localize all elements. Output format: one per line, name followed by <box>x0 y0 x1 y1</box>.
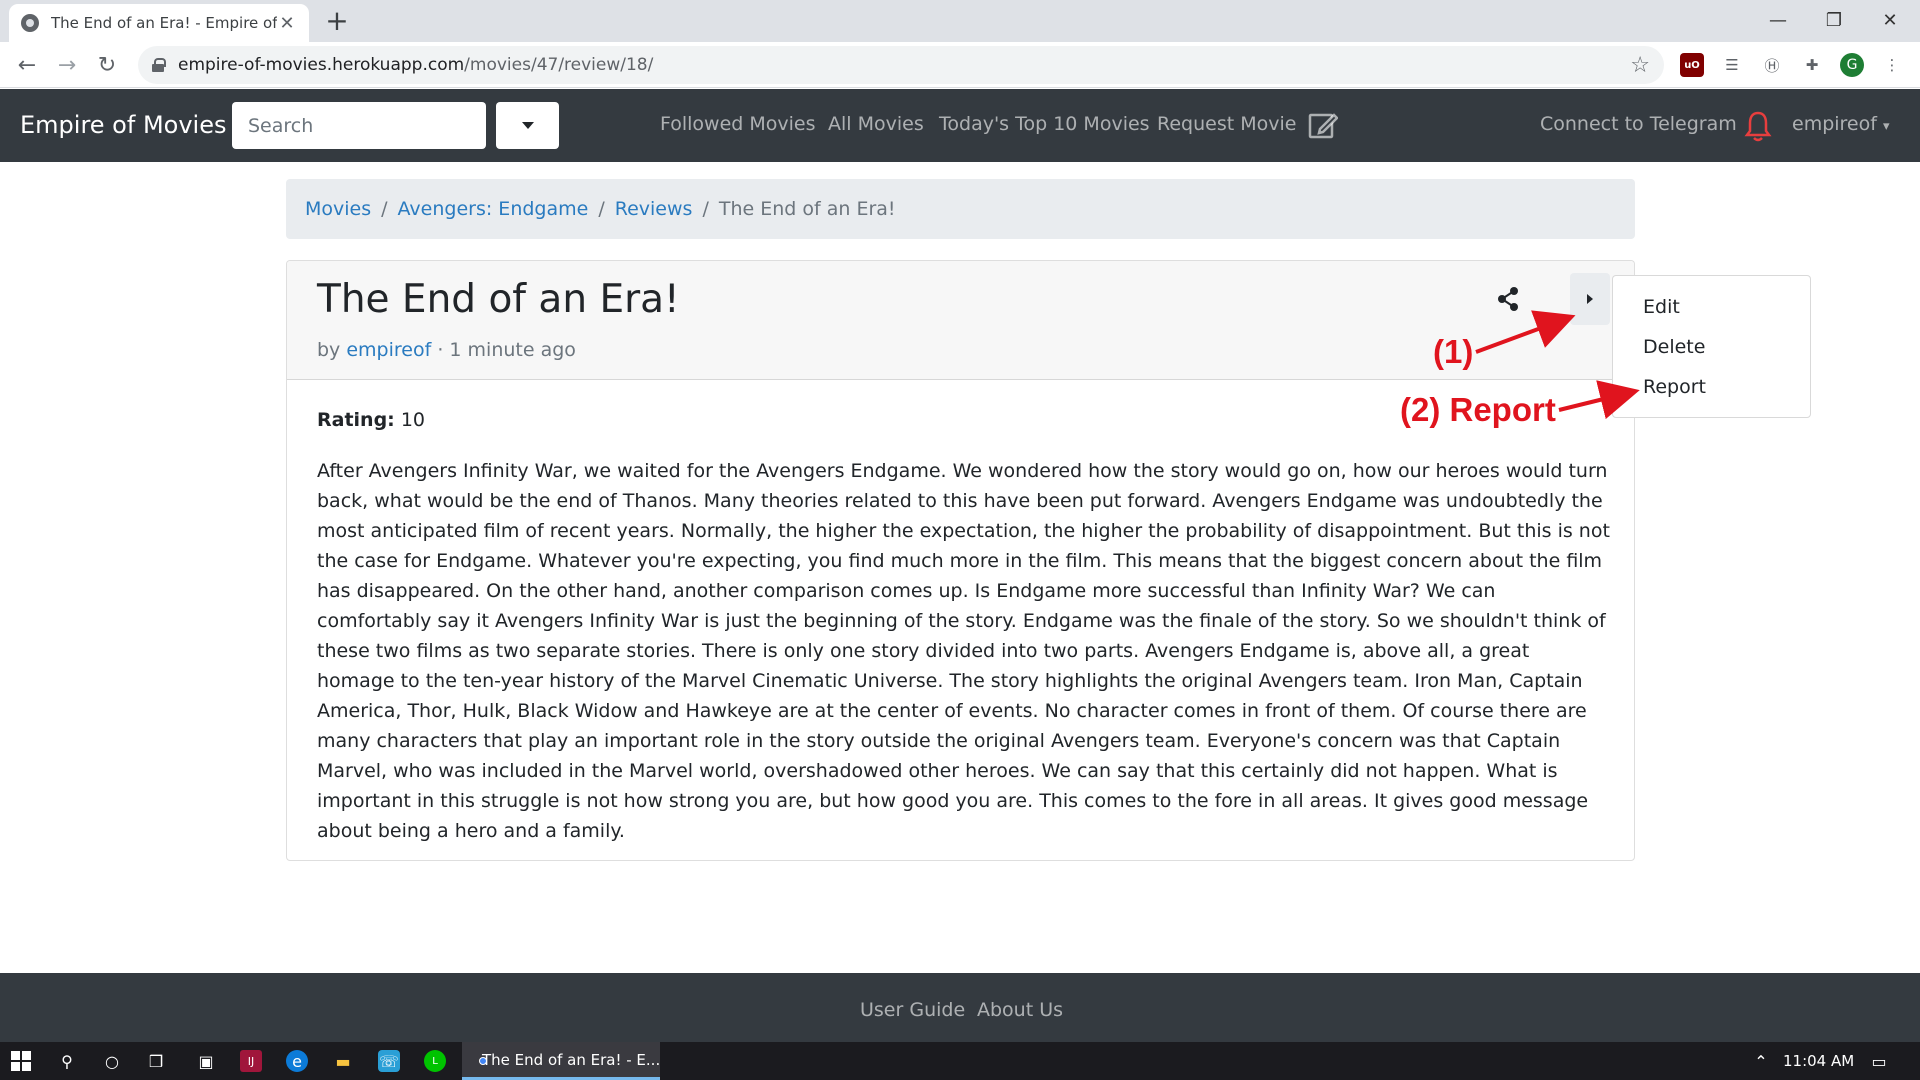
edit-icon[interactable] <box>1308 111 1338 141</box>
browser-tab[interactable]: The End of an Era! - Empire of M ✕ <box>9 4 309 42</box>
tab-title: The End of an Era! - Empire of M <box>51 14 277 32</box>
url-host: empire-of-movies.herokuapp.com <box>178 55 465 75</box>
review-options-menu: Edit Delete Report <box>1612 275 1811 418</box>
close-window-button[interactable]: ✕ <box>1862 0 1918 40</box>
footer-about-us[interactable]: About Us <box>977 999 1063 1021</box>
store-icon[interactable]: ▣ <box>195 1050 217 1072</box>
chat-app-icon[interactable]: ☏ <box>378 1050 400 1072</box>
globe-icon <box>21 14 39 32</box>
os-taskbar: ⚲ ○ ❒ ▣ IJ e ▬ ☏ L The End of an Era! - … <box>0 1042 1920 1080</box>
edge-icon[interactable]: e <box>286 1050 308 1072</box>
breadcrumb-separator: / <box>598 198 605 220</box>
site-navbar: Empire of Movies Search Followed Movies … <box>0 89 1920 162</box>
profile-avatar[interactable]: G <box>1840 53 1864 77</box>
review-options-toggle[interactable] <box>1570 273 1610 325</box>
task-view-icon[interactable]: ❒ <box>145 1050 167 1072</box>
annotation-step-2: (2) Report <box>1400 391 1556 428</box>
taskbar-app-title: The End of an Era! - E... <box>482 1050 661 1069</box>
tray-chevron-up-icon[interactable]: ⌃ <box>1750 1050 1772 1072</box>
reading-list-icon[interactable]: ☰ <box>1720 53 1744 77</box>
rating-label: Rating: <box>317 409 395 431</box>
search-input[interactable]: Search <box>232 102 486 149</box>
nav-connect-telegram[interactable]: Connect to Telegram <box>1540 113 1737 135</box>
breadcrumb-movies[interactable]: Movies <box>305 198 371 220</box>
address-bar[interactable]: empire-of-movies.herokuapp.com/movies/47… <box>138 46 1664 84</box>
close-tab-icon[interactable]: ✕ <box>277 13 297 34</box>
caret-right-icon <box>1587 294 1593 304</box>
annotation-step-1: (1) <box>1433 333 1474 370</box>
file-explorer-icon[interactable]: ▬ <box>332 1050 354 1072</box>
bookmark-star-icon[interactable]: ☆ <box>1630 53 1650 78</box>
ublock-extension-icon[interactable]: uO <box>1680 53 1704 77</box>
review-author-link[interactable]: empireof <box>346 339 431 361</box>
review-title: The End of an Era! <box>317 277 680 322</box>
nav-top10-movies[interactable]: Today's Top 10 Movies <box>939 113 1150 135</box>
bell-icon[interactable] <box>1744 110 1772 142</box>
rating-value: 10 <box>400 409 426 431</box>
browser-tabstrip: The End of an Era! - Empire of M ✕ + — ❐… <box>0 0 1920 42</box>
menu-item-edit[interactable]: Edit <box>1643 296 1680 318</box>
windows-start-icon[interactable] <box>10 1050 32 1072</box>
cortana-icon[interactable]: ○ <box>101 1050 123 1072</box>
review-body: After Avengers Infinity War, we waited f… <box>317 460 1610 842</box>
review-rating: Rating: 10 <box>317 409 425 431</box>
site-brand[interactable]: Empire of Movies <box>20 111 226 139</box>
nav-all-movies[interactable]: All Movies <box>828 113 924 135</box>
extensions-puzzle-icon[interactable]: ✚ <box>1800 53 1824 77</box>
breadcrumb-separator: / <box>381 198 388 220</box>
notification-icon[interactable]: ▭ <box>1868 1050 1890 1072</box>
nav-request-movie[interactable]: Request Movie <box>1157 113 1296 135</box>
site-footer: User Guide About Us <box>0 973 1920 1042</box>
user-menu-label: empireof <box>1792 113 1877 135</box>
byline-prefix: by <box>317 339 341 361</box>
search-dropdown-button[interactable] <box>496 102 559 149</box>
menu-item-report[interactable]: Report <box>1643 376 1706 398</box>
back-icon[interactable]: ← <box>12 50 42 80</box>
reload-icon[interactable]: ↻ <box>92 50 122 80</box>
history-extension-icon[interactable]: Ⓗ <box>1760 53 1784 77</box>
search-icon[interactable]: ⚲ <box>56 1050 78 1072</box>
breadcrumb: Movies / Avengers: Endgame / Reviews / T… <box>286 179 1635 239</box>
breadcrumb-reviews[interactable]: Reviews <box>615 198 693 220</box>
browser-menu-icon[interactable]: ⋮ <box>1880 53 1904 77</box>
footer-user-guide[interactable]: User Guide <box>860 999 965 1021</box>
lock-icon <box>152 58 166 72</box>
new-tab-button[interactable]: + <box>322 6 352 36</box>
forward-icon[interactable]: → <box>52 50 82 80</box>
browser-toolbar: ← → ↻ empire-of-movies.herokuapp.com/mov… <box>0 42 1920 88</box>
breadcrumb-current: The End of an Era! <box>718 198 896 220</box>
jetbrains-icon[interactable]: IJ <box>240 1050 262 1072</box>
review-card-header: The End of an Era! by empireof · 1 minut… <box>287 261 1634 380</box>
share-icon[interactable] <box>1493 284 1523 314</box>
menu-item-delete[interactable]: Delete <box>1643 336 1705 358</box>
taskbar-clock[interactable]: 11:04 AM <box>1783 1052 1854 1070</box>
user-menu[interactable]: empireof ▾ <box>1792 113 1890 135</box>
line-app-icon[interactable]: L <box>424 1050 446 1072</box>
review-byline: by empireof · 1 minute ago <box>317 339 576 361</box>
url-path: /movies/47/review/18/ <box>464 55 654 75</box>
review-time: · 1 minute ago <box>437 339 576 361</box>
nav-followed-movies[interactable]: Followed Movies <box>660 113 816 135</box>
breadcrumb-separator: / <box>702 198 709 220</box>
minimize-button[interactable]: — <box>1750 0 1806 40</box>
caret-down-icon: ▾ <box>1882 119 1890 134</box>
breadcrumb-movie[interactable]: Avengers: Endgame <box>398 198 589 220</box>
restore-button[interactable]: ❐ <box>1806 0 1862 40</box>
taskbar-chrome-window[interactable]: The End of an Era! - E... <box>462 1042 660 1080</box>
caret-down-icon <box>521 122 534 129</box>
